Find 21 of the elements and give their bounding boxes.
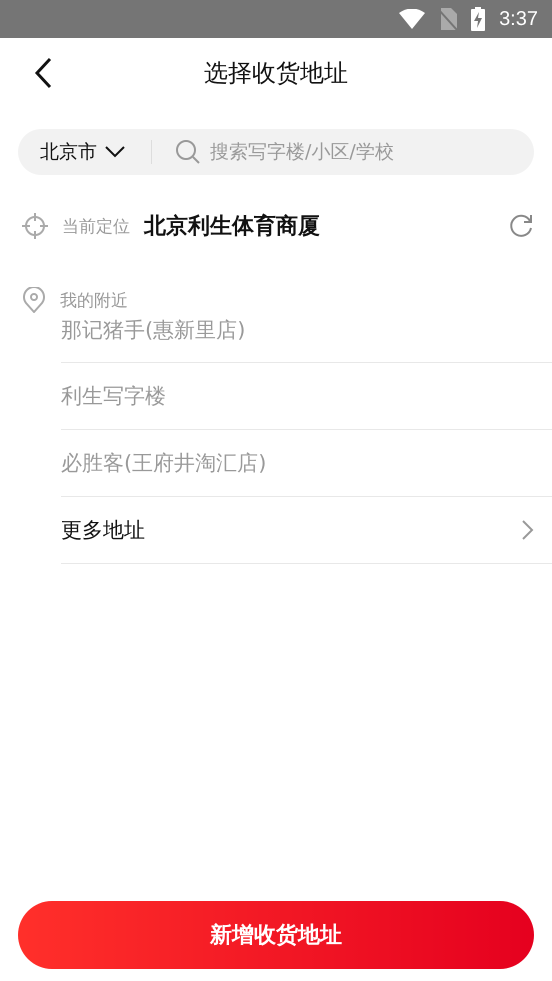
search-field[interactable]: 北京市 搜索写字楼/小区/学校 (18, 129, 534, 175)
nearby-label: 我的附近 (60, 290, 128, 312)
page-title: 选择收货地址 (204, 58, 348, 89)
chevron-down-icon (105, 146, 125, 158)
nearby-address-item[interactable]: 那记猪手(惠新里店) (61, 313, 552, 363)
crosshair-icon (22, 213, 48, 239)
refresh-button[interactable] (508, 213, 534, 239)
no-sim-icon (439, 8, 458, 30)
wifi-icon (399, 9, 426, 29)
location-pin-icon (22, 287, 46, 313)
more-addresses-item[interactable]: 更多地址 (61, 497, 552, 564)
current-location: 北京利生体育商厦 (144, 212, 321, 241)
search-icon (176, 140, 200, 164)
chevron-right-icon (522, 520, 534, 540)
status-time: 3:37 (499, 8, 538, 30)
nearby-address-item[interactable]: 必胜客(王府井淘汇店) (61, 430, 552, 497)
battery-icon (471, 7, 486, 31)
city-selector[interactable]: 北京市 (40, 139, 125, 165)
nearby-address-item[interactable]: 利生写字楼 (61, 363, 552, 430)
add-address-button[interactable]: 新增收货地址 (18, 901, 534, 969)
current-location-label: 当前定位 (62, 216, 130, 238)
